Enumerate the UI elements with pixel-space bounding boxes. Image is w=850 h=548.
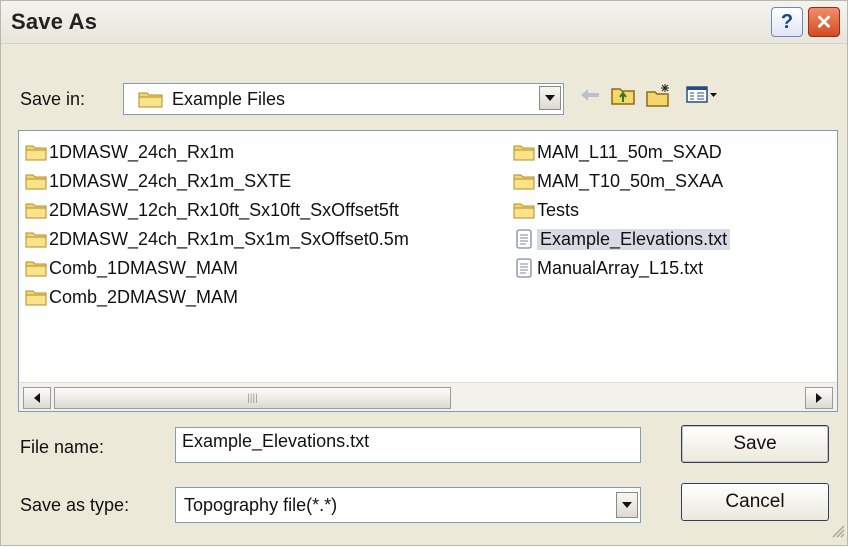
save-in-dropdown[interactable]: Example Files xyxy=(123,83,564,115)
horizontal-scrollbar[interactable]: |||| xyxy=(19,382,837,411)
back-button[interactable] xyxy=(574,82,606,112)
scroll-right-button[interactable] xyxy=(805,387,833,409)
item-name: MAM_L11_50m_SXAD xyxy=(537,141,722,162)
chevron-down-icon xyxy=(545,95,555,101)
folder-icon xyxy=(513,142,535,162)
folder-icon xyxy=(25,287,47,307)
folder-icon xyxy=(25,142,47,162)
save-in-dropdown-arrow[interactable] xyxy=(539,86,561,110)
folder-icon xyxy=(513,171,535,191)
save-as-type-dropdown[interactable]: Topography file(*.*) xyxy=(175,487,641,523)
text-file-icon xyxy=(513,258,535,278)
dialog-title: Save As xyxy=(11,9,98,34)
scroll-right-icon xyxy=(816,393,822,403)
save-as-type-dropdown-arrow[interactable] xyxy=(616,492,638,518)
folder-item[interactable]: Comb_1DMASW_MAM xyxy=(25,255,238,281)
new-folder-icon xyxy=(646,83,672,112)
item-name: ManualArray_L15.txt xyxy=(537,257,704,278)
item-name: Example_Elevations.txt xyxy=(537,228,731,250)
folder-icon xyxy=(513,200,535,220)
up-one-level-icon xyxy=(611,84,635,111)
folder-item[interactable]: 1DMASW_24ch_Rx1m xyxy=(25,139,234,165)
save-button[interactable]: Save xyxy=(681,425,829,463)
item-name: Tests xyxy=(537,199,580,220)
view-menu-button[interactable] xyxy=(681,82,723,112)
resize-grip-icon[interactable] xyxy=(831,524,845,543)
cancel-button[interactable]: Cancel xyxy=(681,483,829,521)
scroll-left-icon xyxy=(34,393,40,403)
scroll-left-button[interactable] xyxy=(23,387,51,409)
file-name-input[interactable]: Example_Elevations.txt xyxy=(175,427,641,463)
folder-icon xyxy=(25,200,47,220)
title-bar[interactable]: Save As ? ✕ xyxy=(1,1,847,44)
folder-item[interactable]: MAM_T10_50m_SXAA xyxy=(513,168,723,194)
folder-item[interactable]: 2DMASW_12ch_Rx10ft_Sx10ft_SxOffset5ft xyxy=(25,197,399,223)
close-button[interactable]: ✕ xyxy=(808,7,840,37)
file-item[interactable]: Example_Elevations.txt xyxy=(513,226,731,252)
save-as-dialog: Save As ? ✕ Save in: Example Files 1DMAS… xyxy=(0,0,848,546)
item-name: Comb_1DMASW_MAM xyxy=(49,257,239,278)
save-as-type-value: Topography file(*.*) xyxy=(184,495,338,515)
back-arrow-icon xyxy=(579,87,601,108)
folder-item[interactable]: Tests xyxy=(513,197,579,223)
folder-item[interactable]: MAM_L11_50m_SXAD xyxy=(513,139,722,165)
item-name: Comb_2DMASW_MAM xyxy=(49,286,239,307)
folder-icon xyxy=(138,89,164,109)
item-name: 2DMASW_12ch_Rx10ft_Sx10ft_SxOffset5ft xyxy=(49,199,399,220)
file-list[interactable]: 1DMASW_24ch_Rx1m 1DMASW_24ch_Rx1m_SXTE 2DM… xyxy=(18,130,838,412)
scrollbar-thumb[interactable]: |||| xyxy=(54,387,451,409)
grip-icon: |||| xyxy=(247,392,258,404)
save-in-label: Save in: xyxy=(20,89,86,109)
item-name: 1DMASW_24ch_Rx1m_SXTE xyxy=(49,170,292,191)
text-file-icon xyxy=(513,229,535,249)
help-icon: ? xyxy=(780,10,794,33)
folder-item[interactable]: 1DMASW_24ch_Rx1m_SXTE xyxy=(25,168,291,194)
save-as-type-label: Save as type: xyxy=(20,495,130,515)
save-in-value: Example Files xyxy=(172,89,286,109)
item-name: 1DMASW_24ch_Rx1m xyxy=(49,141,235,162)
folder-item[interactable]: 2DMASW_24ch_Rx1m_Sx1m_SxOffset0.5m xyxy=(25,226,409,252)
help-button[interactable]: ? xyxy=(771,7,803,37)
up-one-level-button[interactable] xyxy=(607,82,639,112)
folder-icon xyxy=(25,258,47,278)
chevron-down-icon xyxy=(622,502,632,508)
close-icon: ✕ xyxy=(815,11,833,34)
folder-icon xyxy=(25,229,47,249)
file-name-label: File name: xyxy=(20,437,105,457)
file-item[interactable]: ManualArray_L15.txt xyxy=(513,255,703,281)
view-menu-icon xyxy=(686,85,718,109)
folder-icon xyxy=(25,171,47,191)
folder-item[interactable]: Comb_2DMASW_MAM xyxy=(25,284,238,310)
item-name: MAM_T10_50m_SXAA xyxy=(537,170,724,191)
new-folder-button[interactable] xyxy=(643,82,675,112)
item-name: 2DMASW_24ch_Rx1m_Sx1m_SxOffset0.5m xyxy=(49,228,409,249)
